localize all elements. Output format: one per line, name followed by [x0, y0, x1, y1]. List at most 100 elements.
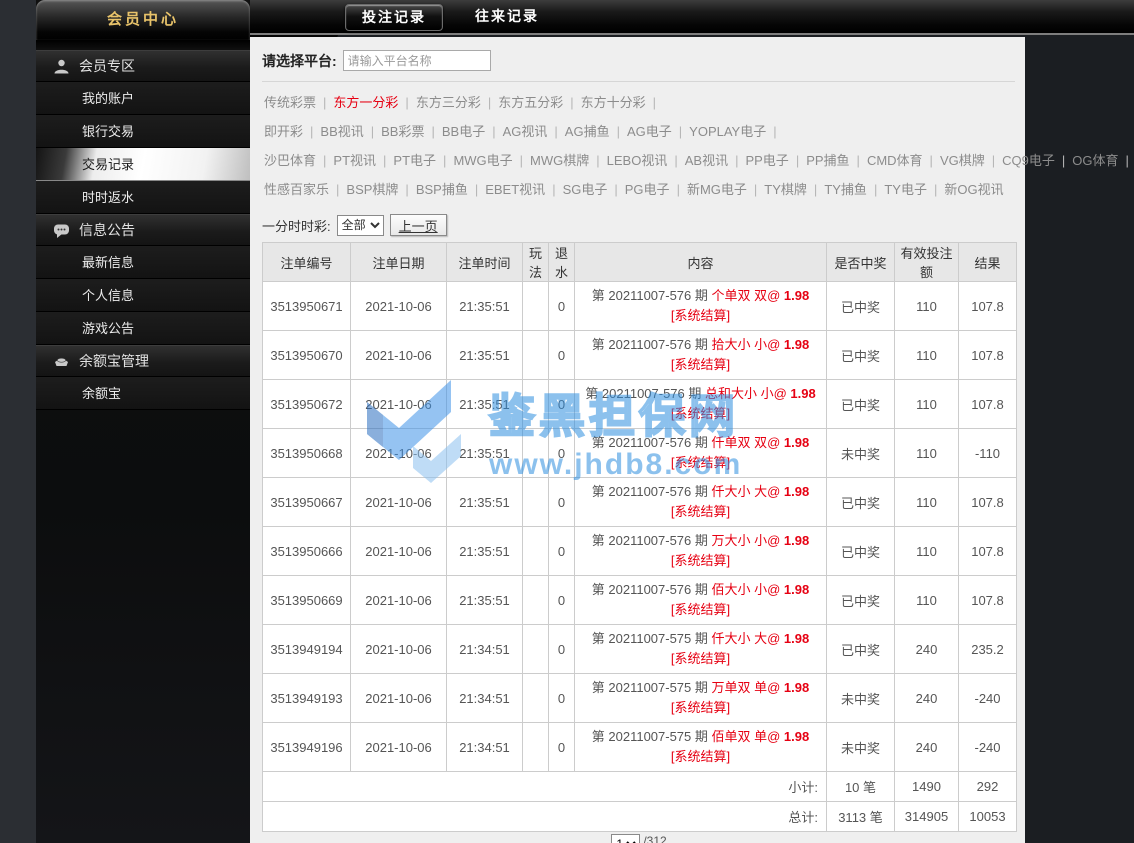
- bet-period: 第 20211007-576 期: [592, 582, 712, 597]
- table-row: 35139506682021-10-0621:35:510第 20211007-…: [263, 429, 1017, 478]
- platform-link[interactable]: 即开彩: [264, 124, 303, 139]
- platform-link[interactable]: PP电子: [745, 153, 788, 168]
- sidebar-item[interactable]: 个人信息: [36, 279, 250, 312]
- cell-play-type: [523, 576, 549, 625]
- platform-link[interactable]: PT电子: [393, 153, 436, 168]
- platform-link[interactable]: TY电子: [884, 182, 927, 197]
- bet-period: 第 20211007-576 期: [585, 386, 705, 401]
- bet-odds: 1.98: [784, 337, 809, 352]
- sidebar-item[interactable]: 我的账户: [36, 82, 250, 115]
- platform-link-list: 传统彩票|东方一分彩|东方三分彩|东方五分彩|东方十分彩|即开彩|BB视讯|BB…: [262, 82, 1015, 208]
- cell-content: 第 20211007-576 期 个单双 双@ 1.98[系统结算]: [575, 282, 827, 331]
- prev-page-button[interactable]: 上一页: [390, 214, 447, 236]
- platform-link[interactable]: AB视讯: [685, 153, 728, 168]
- bet-odds: 1.98: [784, 582, 809, 597]
- platform-link[interactable]: 新OG视讯: [944, 182, 1003, 197]
- cell-play-type: [523, 674, 549, 723]
- bet-odds: 1.98: [784, 484, 809, 499]
- platform-link[interactable]: BSP棋牌: [346, 182, 398, 197]
- platform-link[interactable]: AG视讯: [503, 124, 548, 139]
- platform-link[interactable]: PT视讯: [333, 153, 376, 168]
- platform-link[interactable]: CMD体育: [867, 153, 923, 168]
- cell-rebate: 0: [549, 576, 575, 625]
- settlement-status: [系统结算]: [575, 698, 826, 718]
- cell-bet-date: 2021-10-06: [351, 429, 447, 478]
- platform-link-separator: |: [679, 124, 682, 139]
- platform-link[interactable]: TY棋牌: [764, 182, 807, 197]
- sidebar-group-header[interactable]: 会员专区: [36, 50, 250, 82]
- platform-search-input[interactable]: [343, 50, 491, 71]
- cell-play-type: [523, 282, 549, 331]
- tab-bet-records[interactable]: 投注记录: [345, 4, 443, 31]
- cell-valid-amount: 110: [895, 331, 959, 380]
- column-header: 退水: [549, 243, 575, 282]
- platform-link[interactable]: BB电子: [442, 124, 485, 139]
- platform-link[interactable]: PG电子: [625, 182, 670, 197]
- platform-link[interactable]: 沙巴体育: [264, 153, 316, 168]
- platform-link-separator: |: [674, 153, 677, 168]
- cell-bet-time: 21:35:51: [447, 380, 523, 429]
- cell-bet-id: 3513950669: [263, 576, 351, 625]
- platform-link[interactable]: CQ9电子: [1002, 153, 1055, 168]
- bet-type-select[interactable]: 全部: [337, 215, 384, 236]
- cell-win-status: 已中奖: [827, 625, 895, 674]
- platform-link[interactable]: AG捕鱼: [565, 124, 610, 139]
- platform-link[interactable]: SG电子: [563, 182, 608, 197]
- platform-link[interactable]: BSP捕鱼: [416, 182, 468, 197]
- platform-link[interactable]: 新MG电子: [687, 182, 747, 197]
- bet-name: 仟单双 双@: [712, 435, 784, 450]
- platform-link[interactable]: BB彩票: [381, 124, 424, 139]
- sidebar-item[interactable]: 游戏公告: [36, 312, 250, 345]
- sidebar-item[interactable]: 时时返水: [36, 181, 250, 214]
- platform-link[interactable]: 东方五分彩: [498, 95, 563, 110]
- platform-link[interactable]: 东方三分彩: [416, 95, 481, 110]
- top-bar: 投注记录往来记录: [250, 0, 1134, 35]
- sidebar-title: 会员中心: [36, 0, 250, 40]
- sidebar-group-label: 会员专区: [79, 56, 135, 76]
- cell-result: -110: [959, 429, 1017, 478]
- platform-link[interactable]: TY捕鱼: [824, 182, 867, 197]
- cell-bet-date: 2021-10-06: [351, 331, 447, 380]
- platform-link[interactable]: 传统彩票: [264, 95, 316, 110]
- platform-link[interactable]: BB视讯: [320, 124, 363, 139]
- page-number-select[interactable]: 1: [611, 834, 640, 843]
- platform-link[interactable]: YOPLAY电子: [689, 124, 766, 139]
- bet-period: 第 20211007-576 期: [592, 288, 712, 303]
- table-row: 35139506692021-10-0621:35:510第 20211007-…: [263, 576, 1017, 625]
- tab-transaction-records[interactable]: 往来记录: [459, 4, 555, 31]
- platform-link[interactable]: 东方十分彩: [581, 95, 646, 110]
- cell-bet-id: 3513950666: [263, 527, 351, 576]
- platform-link-separator: |: [614, 182, 617, 197]
- cell-win-status: 已中奖: [827, 282, 895, 331]
- sidebar-group-header[interactable]: 余额宝管理: [36, 345, 250, 377]
- platform-link[interactable]: 东方一分彩: [333, 95, 398, 110]
- platform-link[interactable]: VG棋牌: [940, 153, 985, 168]
- platform-link[interactable]: AG电子: [627, 124, 672, 139]
- platform-link[interactable]: MWG电子: [453, 153, 512, 168]
- sidebar-item[interactable]: 交易记录: [36, 148, 250, 181]
- cell-valid-amount: 240: [895, 723, 959, 772]
- platform-link[interactable]: OG体育: [1072, 153, 1118, 168]
- platform-link-separator: |: [323, 95, 326, 110]
- cell-play-type: [523, 429, 549, 478]
- cell-win-status: 未中奖: [827, 723, 895, 772]
- cell-valid-amount: 240: [895, 674, 959, 723]
- sidebar-item[interactable]: 最新信息: [36, 246, 250, 279]
- cell-bet-time: 21:35:51: [447, 331, 523, 380]
- platform-link[interactable]: EBET视讯: [485, 182, 545, 197]
- sidebar-spacer: [36, 40, 250, 50]
- bet-period: 第 20211007-576 期: [592, 435, 712, 450]
- platform-link[interactable]: PP捕鱼: [806, 153, 849, 168]
- bet-odds: 1.98: [784, 435, 809, 450]
- platform-link[interactable]: LEBO视讯: [607, 153, 668, 168]
- sidebar-group-header[interactable]: 信息公告: [36, 214, 250, 246]
- sidebar-item[interactable]: 银行交易: [36, 115, 250, 148]
- cell-valid-amount: 110: [895, 478, 959, 527]
- main-content: 请选择平台: 传统彩票|东方一分彩|东方三分彩|东方五分彩|东方十分彩|即开彩|…: [250, 37, 1025, 843]
- platform-link[interactable]: MWG棋牌: [530, 153, 589, 168]
- platform-link-separator: |: [874, 182, 877, 197]
- platform-link[interactable]: 性感百家乐: [264, 182, 329, 197]
- cell-win-status: 未中奖: [827, 429, 895, 478]
- cell-rebate: 0: [549, 282, 575, 331]
- sidebar-item[interactable]: 余额宝: [36, 377, 250, 410]
